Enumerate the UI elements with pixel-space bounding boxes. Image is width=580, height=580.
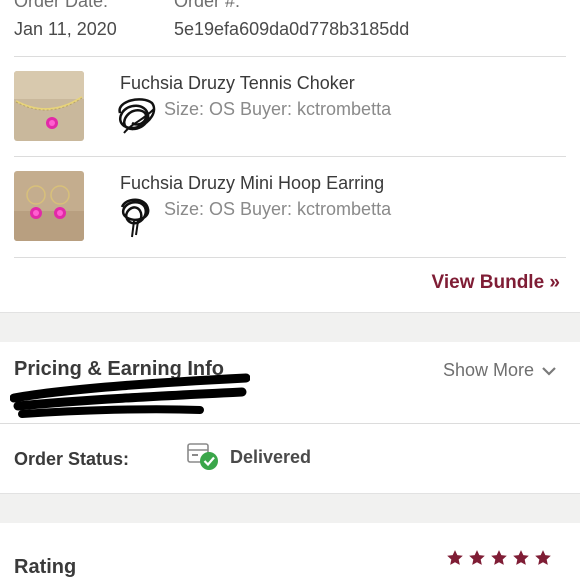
item-title[interactable]: Fuchsia Druzy Mini Hoop Earring xyxy=(120,173,384,194)
item-details: Size: OS Buyer: kctrombetta xyxy=(164,199,392,219)
item-thumbnail[interactable] xyxy=(14,71,84,141)
order-status-value: Delivered xyxy=(230,447,312,467)
divider xyxy=(14,257,566,258)
view-bundle-link[interactable]: View Bundle » xyxy=(432,272,560,294)
package-delivered-icon xyxy=(187,443,218,470)
item-title[interactable]: Fuchsia Druzy Tennis Choker xyxy=(120,73,355,94)
order-meta: Order Date: Jan 11, 2020 Order #: 5e19ef… xyxy=(0,0,580,57)
list-item[interactable]: Fuchsia Druzy Tennis Choker Size: OS Buy… xyxy=(0,57,580,157)
star-icon xyxy=(491,550,507,565)
list-item[interactable]: Fuchsia Druzy Mini Hoop Earring Size: OS… xyxy=(0,157,580,257)
order-date-value: Jan 11, 2020 xyxy=(14,19,117,39)
section-separator xyxy=(0,312,580,342)
divider xyxy=(0,423,580,424)
redaction-scribble xyxy=(10,373,250,418)
order-date-label: Order Date: xyxy=(14,0,109,11)
item-details: Size: OS Buyer: kctrombetta xyxy=(164,99,392,119)
star-icon xyxy=(535,550,551,565)
rating-section-title: Rating xyxy=(14,556,77,578)
order-number-value: 5e19efa609da0d778b3185dd xyxy=(174,19,410,39)
star-icon xyxy=(469,550,485,565)
show-more-label: Show More xyxy=(442,360,534,380)
item-thumbnail[interactable] xyxy=(14,171,84,241)
show-more-button[interactable]: Show More xyxy=(443,360,556,381)
star-icon xyxy=(447,550,463,565)
rating-stars xyxy=(446,549,552,567)
section-separator xyxy=(0,493,580,523)
order-number-label: Order #: xyxy=(174,0,241,11)
redaction-scribble xyxy=(118,98,156,134)
order-status-label: Order Status: xyxy=(14,449,130,469)
chevron-down-icon xyxy=(542,366,556,376)
star-icon xyxy=(513,550,529,565)
redaction-scribble xyxy=(120,198,150,238)
